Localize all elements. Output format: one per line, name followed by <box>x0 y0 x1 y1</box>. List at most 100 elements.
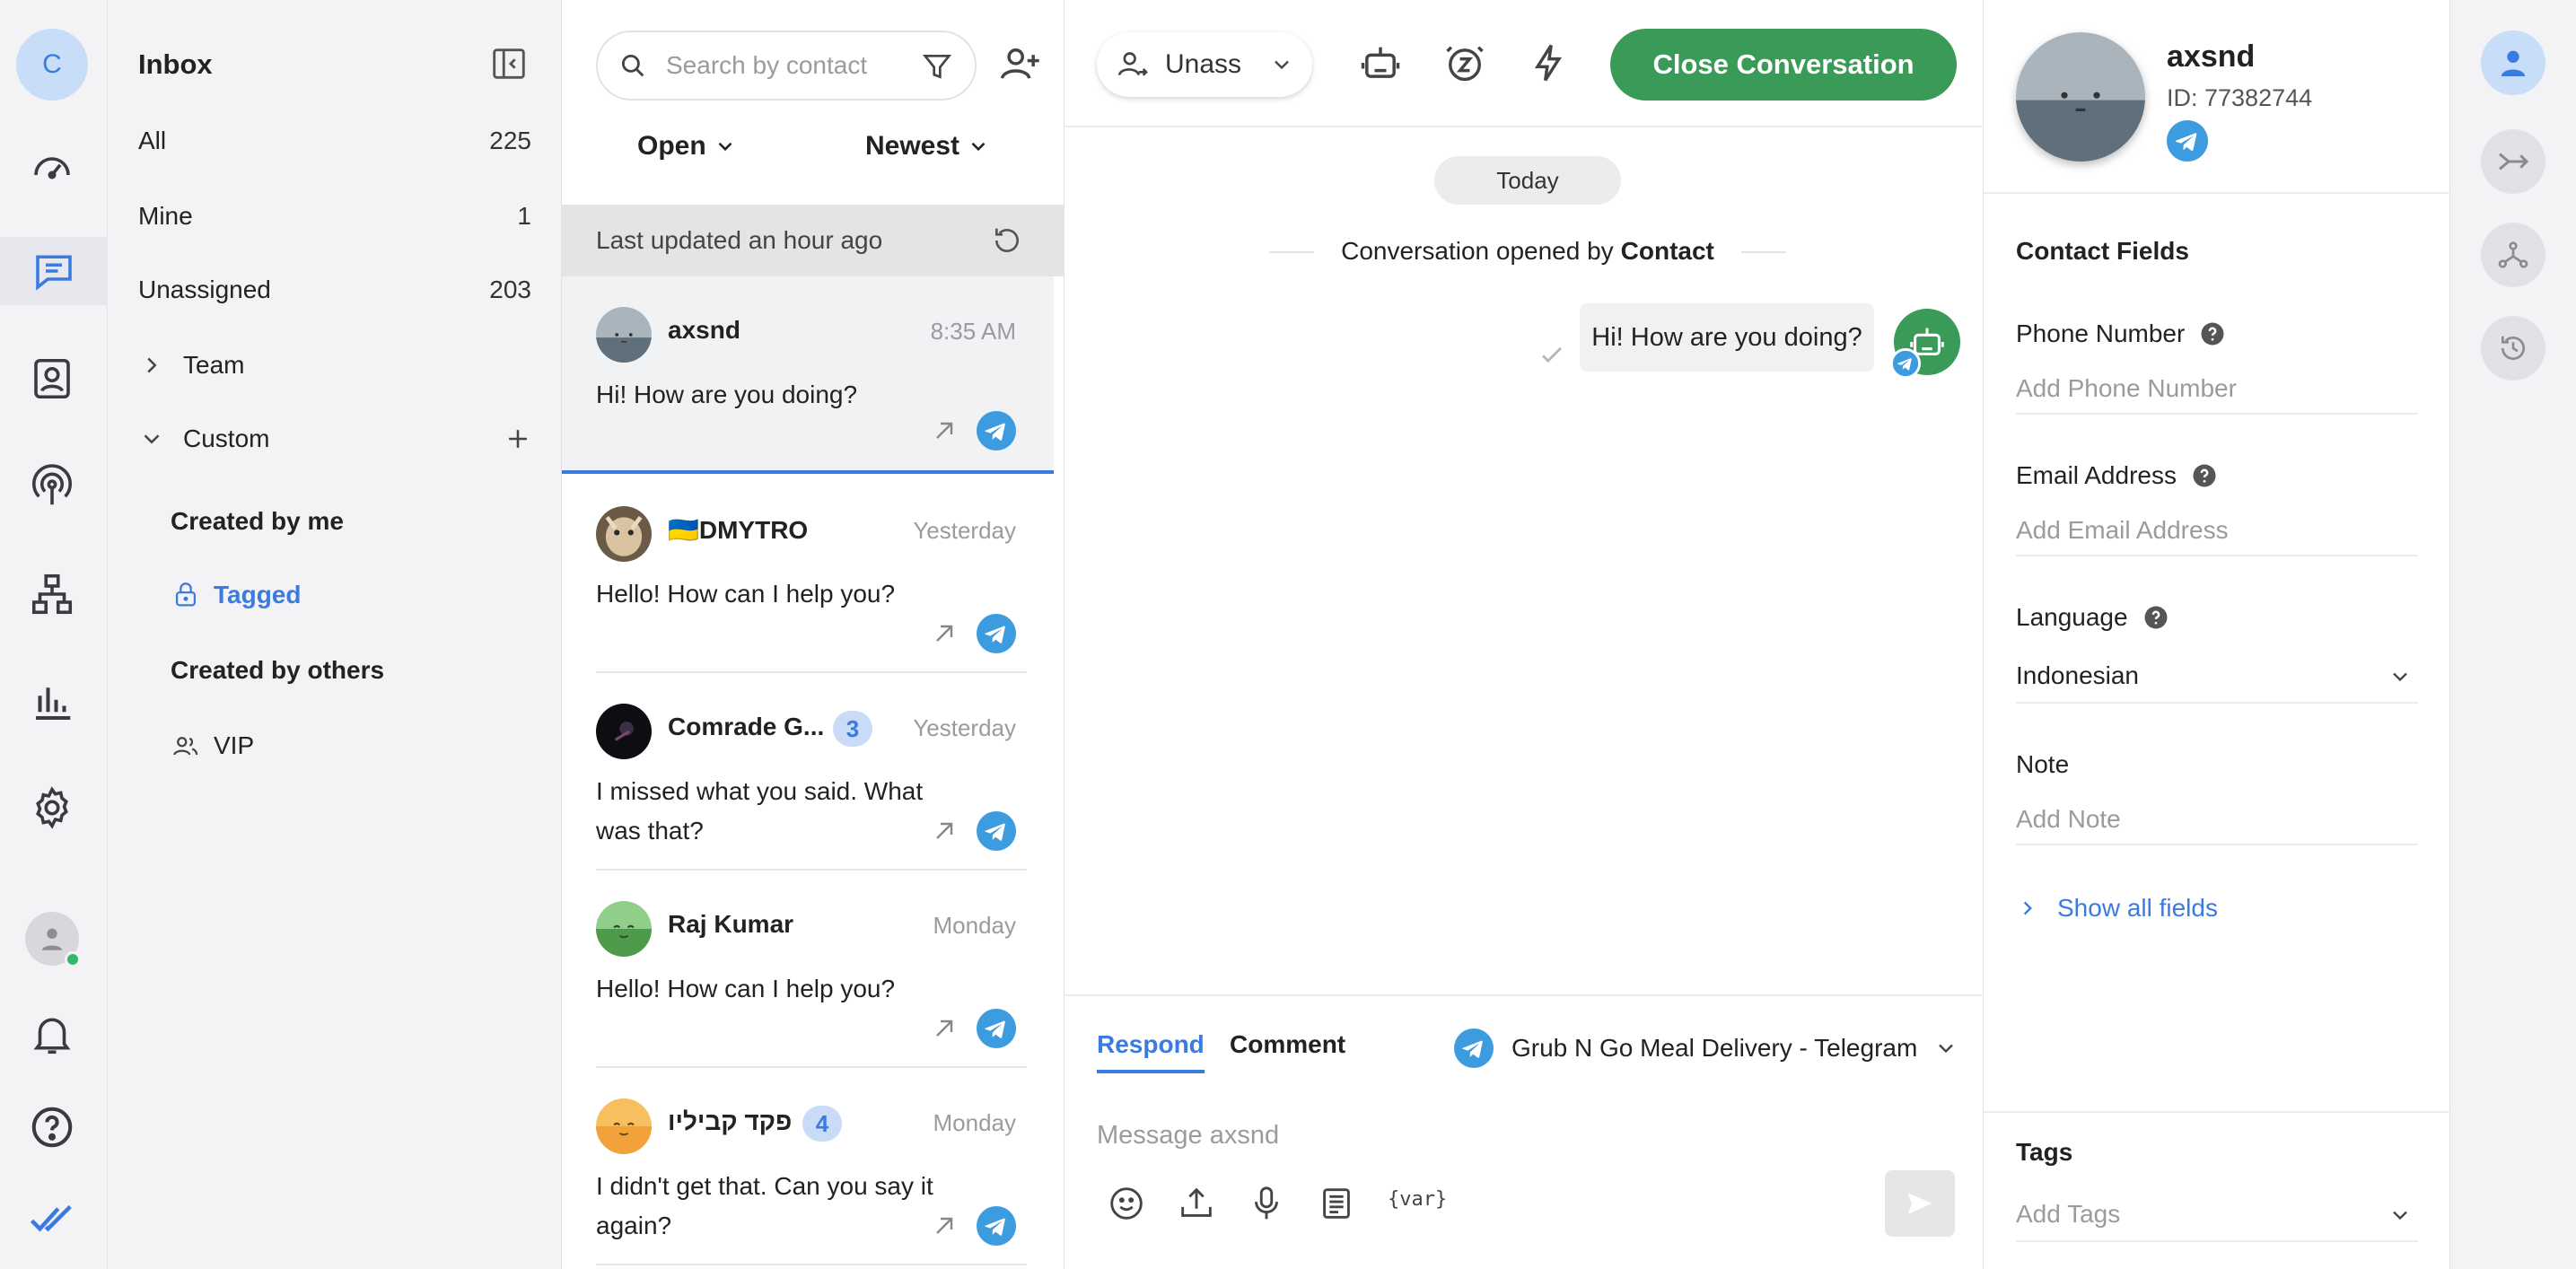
contact-name: axsnd <box>668 316 740 344</box>
custom-item-created-by-others[interactable]: Created by others <box>171 648 512 693</box>
email-address-field[interactable] <box>2016 506 2418 556</box>
history-button[interactable] <box>2481 316 2545 381</box>
tags-section: Tags Add Tags <box>1984 1111 2450 1269</box>
custom-item-label: Created by others <box>171 656 385 684</box>
reports-icon[interactable] <box>18 668 86 736</box>
section-custom-label: Custom <box>183 424 270 452</box>
emoji-icon[interactable] <box>1106 1183 1147 1224</box>
search-icon <box>621 54 644 77</box>
section-custom[interactable]: Custom <box>138 416 533 461</box>
merge-button[interactable] <box>2481 129 2545 194</box>
inbox-item-unassigned[interactable]: Unassigned 203 <box>138 267 531 312</box>
integrations-button[interactable] <box>2481 223 2545 287</box>
sort-dropdown[interactable]: Newest <box>865 131 990 162</box>
add-contact-icon[interactable] <box>996 41 1043 88</box>
search-input[interactable] <box>666 51 890 80</box>
custom-item-tagged[interactable]: Tagged <box>171 573 512 617</box>
tags-select[interactable]: Add Tags <box>2016 1188 2418 1242</box>
conversation-item[interactable]: Comrade G... 3 Yesterday I missed what y… <box>562 673 1054 871</box>
contact-details-button[interactable] <box>2481 31 2545 95</box>
bell-icon[interactable] <box>18 1000 86 1068</box>
contact-fields-title: Contact Fields <box>2016 237 2189 265</box>
section-team-label: Team <box>183 351 245 379</box>
message-input[interactable] <box>1097 1113 1815 1158</box>
telegram-icon <box>977 1206 1016 1246</box>
outgoing-arrow-icon <box>936 1020 953 1037</box>
add-custom-view-icon[interactable] <box>503 424 533 454</box>
language-label-text: Language <box>2016 603 2128 631</box>
conversation-item[interactable]: axsnd 8:35 AM Hi! How are you doing? <box>562 276 1054 474</box>
variable-button[interactable]: {var} <box>1388 1188 1447 1211</box>
show-all-fields-link[interactable]: Show all fields <box>2016 894 2218 923</box>
refresh-icon[interactable] <box>989 223 1025 258</box>
snooze-icon[interactable] <box>1441 39 1488 86</box>
dashboard-icon[interactable] <box>18 133 86 201</box>
conversation-item[interactable]: Raj Kumar Monday Hello! How can I help y… <box>562 871 1054 1068</box>
custom-item-created-by-me[interactable]: Created by me <box>171 499 512 544</box>
bot-icon[interactable] <box>1357 39 1404 86</box>
message-preview: I didn't get that. Can you say it again? <box>596 1172 933 1239</box>
tab-comment[interactable]: Comment <box>1230 1030 1345 1073</box>
contact-name: axsnd <box>2167 39 2256 74</box>
inbox-item-count: 203 <box>489 276 531 303</box>
telegram-icon <box>1890 348 1921 379</box>
user-avatar[interactable] <box>25 912 81 967</box>
conversation-time: Yesterday <box>913 714 1016 741</box>
inbox-panel: Inbox All 225 Mine 1 Unassigned 203 Team… <box>108 0 562 1269</box>
right-rail <box>2450 0 2576 1269</box>
broadcast-icon[interactable] <box>18 452 86 521</box>
conversation-time: Monday <box>933 1109 1017 1136</box>
status-filter-label: Open <box>637 131 706 161</box>
assignee-dropdown[interactable]: Unass <box>1097 32 1312 97</box>
contact-avatar <box>596 901 652 957</box>
inbox-item-all[interactable]: All 225 <box>138 118 531 163</box>
collapse-sidebar-icon[interactable] <box>488 43 530 84</box>
section-team[interactable]: Team <box>138 343 533 388</box>
message-preview: Hi! How are you doing? <box>596 381 858 408</box>
workflows-icon[interactable] <box>18 560 86 628</box>
template-icon[interactable] <box>1316 1183 1357 1224</box>
phone-number-field[interactable] <box>2016 364 2418 415</box>
date-divider: Today <box>1434 156 1621 205</box>
note-field[interactable] <box>2016 795 2418 845</box>
tags-title: Tags <box>2016 1138 2073 1166</box>
inbox-item-count: 1 <box>517 202 531 230</box>
lightning-icon[interactable] <box>1526 39 1573 86</box>
tab-respond[interactable]: Respond <box>1097 1030 1205 1073</box>
upload-icon[interactable] <box>1176 1183 1217 1224</box>
inbox-item-count: 225 <box>489 127 531 154</box>
help-icon[interactable] <box>2199 320 2226 347</box>
conversation-list: Open Newest Last updated an hour ago axs… <box>562 0 1617 1269</box>
channel-selector[interactable]: Grub N Go Meal Delivery - Telegram <box>1454 1027 1958 1070</box>
network-icon <box>2498 241 2528 268</box>
contact-avatar <box>2016 32 2145 162</box>
telegram-icon <box>977 811 1016 851</box>
status-filter-dropdown[interactable]: Open <box>637 131 737 162</box>
send-button[interactable] <box>1885 1170 1955 1237</box>
workspace-avatar[interactable]: C <box>16 29 88 101</box>
inbox-item-mine[interactable]: Mine 1 <box>138 194 531 239</box>
conversation-item[interactable]: 🇺🇦DMYTRO Yesterday Hello! How can I help… <box>562 476 1054 673</box>
divider <box>596 1264 1027 1265</box>
contact-header: axsnd ID: 77382744 <box>1984 0 2450 194</box>
close-conversation-button[interactable]: Close Conversation <box>1610 29 1957 101</box>
outgoing-arrow-icon <box>936 625 953 642</box>
custom-item-label: Tagged <box>214 581 302 608</box>
contact-name: Comrade G... <box>668 713 825 740</box>
email-label: Email Address <box>2016 461 2218 490</box>
help-icon[interactable] <box>2191 462 2218 489</box>
sort-label: Newest <box>865 131 960 161</box>
language-select[interactable]: Indonesian <box>2016 650 2418 704</box>
settings-gear-icon[interactable] <box>18 774 86 842</box>
microphone-icon[interactable] <box>1246 1183 1287 1224</box>
telegram-icon <box>977 1009 1016 1048</box>
help-icon[interactable] <box>18 1093 86 1161</box>
outgoing-arrow-icon <box>936 422 953 439</box>
conversation-item[interactable]: פקד קביליו 4 Monday I didn't get that. C… <box>562 1068 1054 1265</box>
phone-label: Phone Number <box>2016 319 2226 348</box>
conversations-icon[interactable] <box>0 237 108 305</box>
contacts-icon[interactable] <box>18 345 86 413</box>
filter-icon[interactable] <box>919 48 955 84</box>
custom-item-vip[interactable]: VIP <box>171 723 512 768</box>
help-icon[interactable] <box>2142 604 2169 631</box>
